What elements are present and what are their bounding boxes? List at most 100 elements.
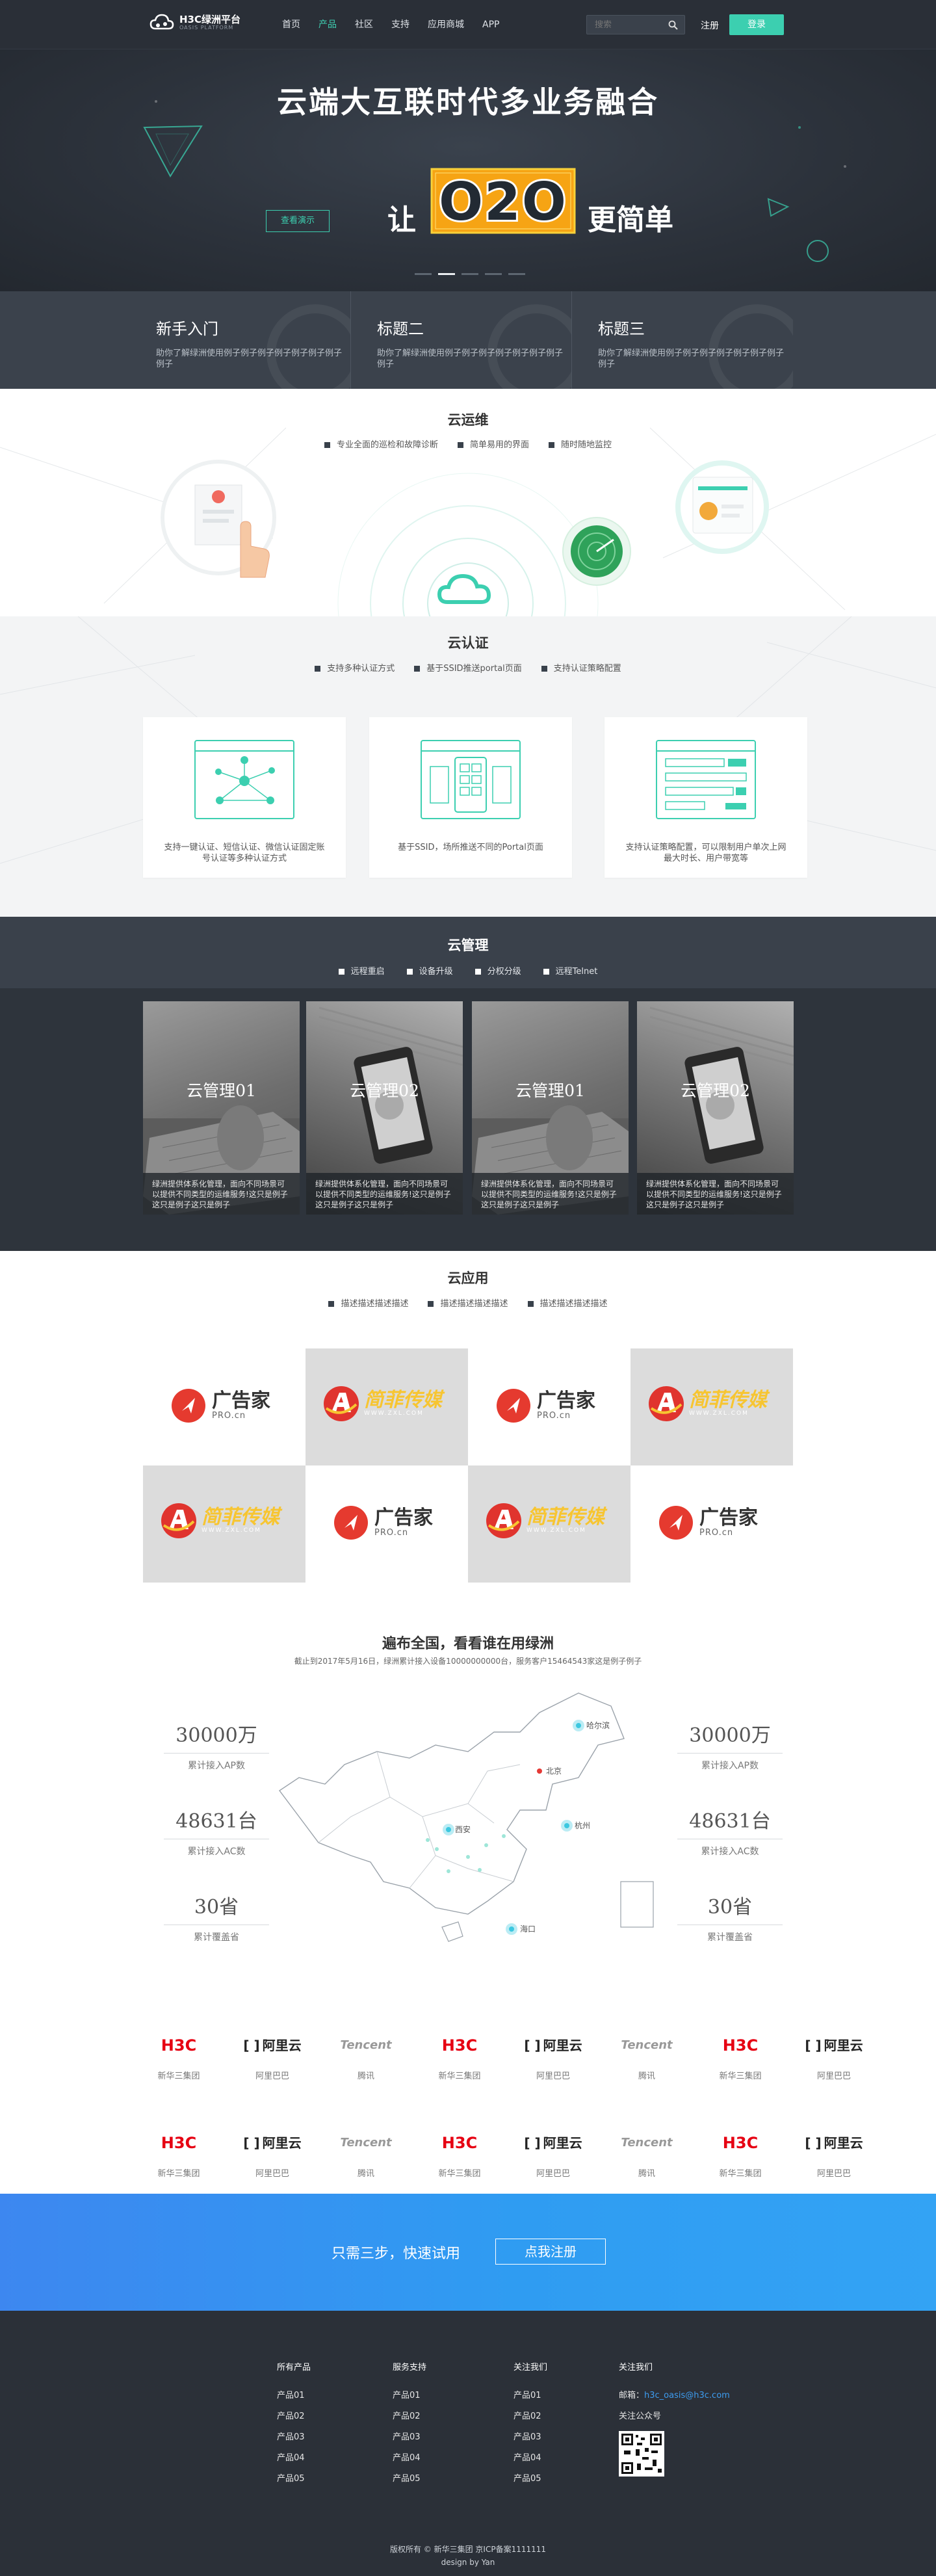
register-link[interactable]: 注册: [701, 19, 719, 32]
footer-link[interactable]: 产品03: [393, 2430, 426, 2442]
partner-logo-tile[interactable]: H3C 新华三集团: [422, 2012, 497, 2100]
aliyun-logo-icon: [ ]: [524, 2038, 541, 2053]
partner-logo: 阿里云: [824, 2135, 863, 2151]
footer-link[interactable]: 产品04: [514, 2451, 547, 2463]
app-tile[interactable]: 广告家 PRO.cn: [143, 1348, 306, 1465]
menu-support[interactable]: 支持: [382, 0, 419, 49]
logo[interactable]: H3C绿洲平台 OASIS PLATFORM: [150, 13, 240, 31]
menu-home[interactable]: 首页: [273, 0, 309, 49]
app-tile[interactable]: 简菲传媒 WWW.ZXL.COM: [306, 1348, 468, 1465]
auth-card-3[interactable]: 支持认证策略配置，可以限制用户单次上网最大时长、用户带宽等: [604, 717, 807, 878]
partner-logo-tile[interactable]: [ ] 阿里云 阿里巴巴: [516, 2012, 590, 2100]
carousel-dot[interactable]: [508, 273, 525, 275]
partner-logo-tile[interactable]: Tencent 腾讯: [610, 2012, 684, 2100]
logo-title: H3C绿洲平台: [179, 13, 240, 25]
footer-link[interactable]: 产品04: [393, 2451, 426, 2463]
section-yunwei: 云运维 专业全面的巡检和故障诊断 简单易用的界面 随时随地监控: [0, 389, 936, 616]
app-name: 广告家: [537, 1389, 595, 1412]
partner-logo: H3C: [722, 2036, 759, 2055]
carousel-dot[interactable]: [462, 273, 478, 275]
footer-link[interactable]: 产品02: [393, 2409, 426, 2421]
auth-card-1[interactable]: 支持一键认证、短信认证、微信认证固定账号认证等多种认证方式: [143, 717, 346, 878]
partner-logo-tile[interactable]: Tencent 腾讯: [610, 2109, 684, 2198]
app-sub: PRO.cn: [699, 1527, 734, 1538]
search-icon[interactable]: [668, 20, 678, 30]
partner-name: 新华三集团: [719, 2169, 762, 2179]
carousel-dot[interactable]: [415, 273, 432, 275]
city-label: 杭州: [575, 1820, 590, 1830]
feature-card-2[interactable]: 标题二 助你了解绿洲使用例子例子例子例子例子例子例子例子: [363, 291, 572, 389]
footer-link[interactable]: 产品05: [277, 2471, 311, 2484]
view-demo-button[interactable]: 查看演示: [266, 210, 330, 232]
app-sub: PRO.cn: [212, 1410, 246, 1421]
menu-community[interactable]: 社区: [346, 0, 382, 49]
manage-card-4[interactable]: 云管理02 绿洲提供体系化管理，面向不同场景可以提供不同类型的运维服务!这只是例…: [637, 1001, 794, 1215]
footer-link[interactable]: 产品02: [514, 2409, 547, 2421]
footer-link[interactable]: 产品01: [514, 2388, 547, 2400]
feature-card-3[interactable]: 标题三 助你了解绿洲使用例子例子例子例子例子例子例子例子: [584, 291, 793, 389]
partner-logo-tile[interactable]: [ ] 阿里云 阿里巴巴: [797, 2109, 871, 2198]
footer-col-title: 服务支持: [393, 2363, 427, 2372]
partner-logo-tile[interactable]: [ ] 阿里云 阿里巴巴: [235, 2012, 309, 2100]
section-bullets: 描述描述描述描述 描述描述描述描述 描述描述描述描述: [0, 1296, 936, 1309]
aliyun-logo-icon: [ ]: [805, 2135, 822, 2151]
app-tile[interactable]: 广告家 PRO.cn: [630, 1465, 793, 1583]
app-tile[interactable]: 简菲传媒 WWW.ZXL.COM: [630, 1348, 793, 1465]
footer-col-follow: 关注我们 产品01 产品02 产品03 产品04 产品05: [514, 2360, 547, 2492]
partner-logo-tile[interactable]: H3C 新华三集团: [703, 2012, 777, 2100]
stat-number: 30省: [164, 1891, 269, 1925]
portal-pages-icon: [421, 740, 521, 819]
bullet-item: 描述描述描述描述: [528, 1296, 608, 1309]
partner-logo-tile[interactable]: [ ] 阿里云 阿里巴巴: [516, 2109, 590, 2198]
partner-logo-tile[interactable]: [ ] 阿里云 阿里巴巴: [235, 2109, 309, 2198]
design-credit: design by Yan: [441, 2558, 495, 2567]
stat-ap-right: 30000万 累计接入AP数: [677, 1719, 783, 1772]
menu-app[interactable]: APP: [473, 0, 508, 49]
cta-banner: 只需三步，快速试用 点我注册: [0, 2194, 936, 2311]
o2o-text: O2O: [439, 172, 567, 232]
partner-logo-tile[interactable]: [ ] 阿里云 阿里巴巴: [797, 2012, 871, 2100]
partner-logo-tile[interactable]: Tencent 腾讯: [329, 2012, 403, 2100]
partner-logo-tile[interactable]: H3C 新华三集团: [142, 2109, 216, 2198]
footer-link[interactable]: 产品03: [277, 2430, 311, 2442]
coverage-title: 遍布全国，看看谁在用绿洲: [382, 1635, 554, 1652]
app-tile[interactable]: 广告家 PRO.cn: [468, 1348, 630, 1465]
partner-logo: H3C: [441, 2134, 478, 2152]
partner-name: 新华三集团: [438, 2169, 481, 2179]
footer-link[interactable]: 产品05: [514, 2471, 547, 2484]
footer-link[interactable]: 产品05: [393, 2471, 426, 2484]
stat-ap-left: 30000万 累计接入AP数: [164, 1719, 269, 1772]
footer-link[interactable]: 产品02: [277, 2409, 311, 2421]
app-tile[interactable]: 简菲传媒 WWW.ZXL.COM: [143, 1465, 306, 1583]
carousel-dot[interactable]: [485, 273, 502, 275]
footer-col-support: 服务支持 产品01 产品02 产品03 产品04 产品05: [393, 2360, 426, 2492]
register-now-button[interactable]: 点我注册: [495, 2239, 606, 2265]
app-tile[interactable]: 广告家 PRO.cn: [306, 1465, 468, 1583]
footer-link[interactable]: 产品01: [393, 2388, 426, 2400]
partner-logo-tile[interactable]: H3C 新华三集团: [142, 2012, 216, 2100]
partner-name: 腾讯: [357, 2169, 374, 2179]
email-link[interactable]: h3c_oasis@h3c.com: [644, 2391, 730, 2400]
search-input[interactable]: [587, 16, 658, 34]
jianfei-logo-icon: [161, 1503, 196, 1538]
footer-link[interactable]: 产品04: [277, 2451, 311, 2463]
menu-app-store[interactable]: 应用商城: [419, 0, 473, 49]
footer-link[interactable]: 产品03: [514, 2430, 547, 2442]
manage-card-1[interactable]: 云管理01 绿洲提供体系化管理，面向不同场景可以提供不同类型的运维服务!这只是例…: [143, 1001, 300, 1215]
manage-card-3[interactable]: 云管理01 绿洲提供体系化管理，面向不同场景可以提供不同类型的运维服务!这只是例…: [472, 1001, 629, 1215]
menu-product[interactable]: 产品: [309, 0, 346, 49]
footer-col-title: 关注我们: [619, 2363, 653, 2372]
partner-logo-tile[interactable]: H3C 新华三集团: [703, 2109, 777, 2198]
partner-logo-tile[interactable]: Tencent 腾讯: [329, 2109, 403, 2198]
carousel-dot-active[interactable]: [438, 273, 455, 275]
app-name: 简菲传媒: [364, 1389, 442, 1412]
partner-logo-tile[interactable]: H3C 新华三集团: [422, 2109, 497, 2198]
card-title: 云管理02: [681, 1081, 750, 1100]
footer-link[interactable]: 产品01: [277, 2388, 311, 2400]
copyright: 版权所有 © 新华三集团 京ICP备案1111111: [389, 2545, 547, 2554]
login-button[interactable]: 登录: [729, 14, 784, 35]
manage-card-2[interactable]: 云管理02 绿洲提供体系化管理，面向不同场景可以提供不同类型的运维服务!这只是例…: [306, 1001, 463, 1215]
auth-card-2[interactable]: 基于SSID，场所推送不同的Portal页面: [369, 717, 572, 878]
app-tile[interactable]: 简菲传媒 WWW.ZXL.COM: [468, 1465, 630, 1583]
feature-card-1[interactable]: 新手入门 助你了解绿洲使用例子例子例子例子例子例子例子例子: [142, 291, 351, 389]
